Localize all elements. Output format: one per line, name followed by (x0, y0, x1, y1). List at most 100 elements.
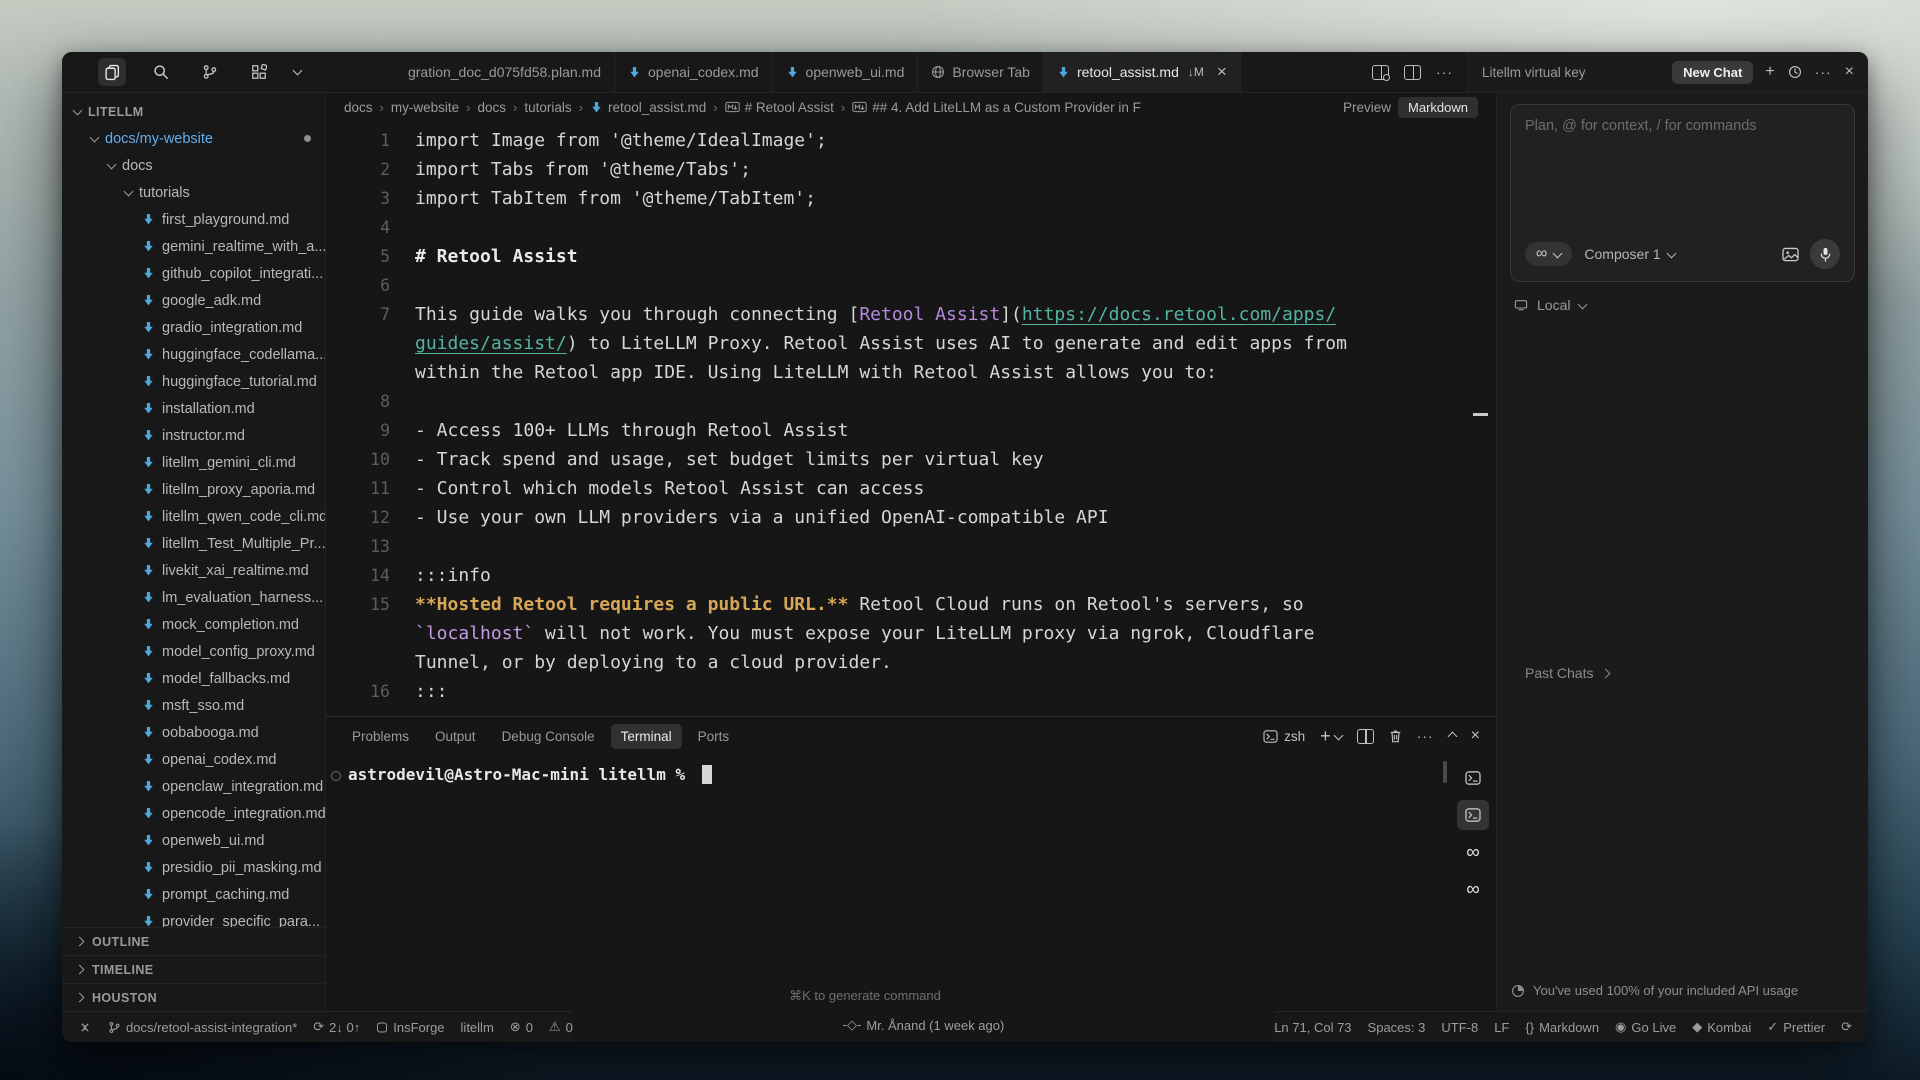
tab-openai-codex[interactable]: openai_codex.md (615, 52, 773, 92)
composer-selector[interactable]: Composer 1 (1584, 246, 1674, 262)
panel-tab-problems[interactable]: Problems (342, 724, 419, 749)
tab-retool-assist[interactable]: retool_assist.md↓M× (1044, 52, 1241, 92)
terminal-output[interactable]: astrodevil@Astro-Mac-mini litellm % ⌘K t… (326, 755, 1450, 1011)
file-item[interactable]: provider_specific_para... (62, 908, 325, 927)
status-errors[interactable]: ⊗0 (510, 1019, 533, 1035)
terminal-session-terminal[interactable] (1457, 763, 1489, 793)
panel-tab-ports[interactable]: Ports (688, 724, 740, 749)
file-item[interactable]: litellm_qwen_code_cli.md (62, 503, 325, 530)
status-litellm[interactable]: litellm (461, 1020, 494, 1035)
status-notifications[interactable]: ⟳ (1841, 1019, 1852, 1035)
file-item[interactable]: mock_completion.md (62, 611, 325, 638)
source-control-icon[interactable] (196, 58, 224, 86)
file-item[interactable]: opencode_integration.md (62, 800, 325, 827)
panel-tab-debug-console[interactable]: Debug Console (492, 724, 605, 749)
past-chats-section[interactable]: Past Chats (1525, 665, 1609, 681)
close-panel-icon[interactable]: × (1471, 728, 1480, 744)
status-branch[interactable]: docs/retool-assist-integration* (108, 1020, 297, 1035)
extensions-icon[interactable] (245, 58, 273, 86)
file-item[interactable]: gradio_integration.md (62, 314, 325, 341)
file-item[interactable]: openweb_ui.md (62, 827, 325, 854)
status-sync[interactable]: ⟳2↓ 0↑ (313, 1019, 360, 1035)
status-insforge[interactable]: InsForge (376, 1020, 444, 1035)
terminal-session-infinity[interactable]: ∞ (1457, 874, 1489, 904)
shell-indicator[interactable]: zsh (1263, 729, 1305, 744)
breadcrumb-item[interactable]: docs (344, 100, 373, 115)
file-item[interactable]: installation.md (62, 395, 325, 422)
file-item[interactable]: gemini_realtime_with_a... (62, 233, 325, 260)
status-warnings[interactable]: ⚠0 (549, 1019, 573, 1035)
status-kombai[interactable]: ◆Kombai (1692, 1019, 1751, 1035)
panel-tab-terminal[interactable]: Terminal (611, 724, 682, 749)
breadcrumb-item[interactable]: docs (477, 100, 506, 115)
mic-button[interactable] (1810, 239, 1840, 269)
chevron-down-icon[interactable] (293, 66, 303, 76)
split-terminal-icon[interactable] (1357, 729, 1374, 744)
editor-more-actions-icon[interactable]: ··· (1436, 64, 1453, 80)
file-item[interactable]: livekit_xai_realtime.md (62, 557, 325, 584)
tab-close-icon[interactable]: × (1217, 62, 1227, 82)
file-item[interactable]: prompt_caching.md (62, 881, 325, 908)
tab-browser-tab[interactable]: Browser Tab (918, 52, 1044, 92)
chat-input-box[interactable]: Plan, @ for context, / for commands ∞ Co… (1510, 104, 1855, 282)
file-item[interactable]: litellm_gemini_cli.md (62, 449, 325, 476)
status-blame[interactable]: -◇-Mr. Ånand (1 week ago) (843, 1017, 1005, 1033)
maximize-panel-icon[interactable] (1447, 731, 1457, 741)
file-item[interactable]: litellm_proxy_aporia.md (62, 476, 325, 503)
breadcrumb-item[interactable]: retool_assist.md (590, 100, 706, 115)
folder-item[interactable]: docs/my-website (62, 125, 325, 152)
panel-tab-output[interactable]: Output (425, 724, 486, 749)
status-encoding[interactable]: UTF-8 (1441, 1020, 1478, 1035)
model-selector[interactable]: ∞ (1525, 242, 1572, 266)
file-item[interactable]: model_fallbacks.md (62, 665, 325, 692)
sidebar-section-houston[interactable]: HOUSTON (62, 983, 325, 1011)
kill-terminal-icon[interactable] (1389, 729, 1402, 743)
panel-more-icon[interactable]: ··· (1815, 64, 1832, 80)
folder-item[interactable]: docs (62, 152, 325, 179)
sidebar-section-timeline[interactable]: TIMELINE (62, 955, 325, 983)
status-go-live[interactable]: ◉Go Live (1615, 1019, 1676, 1035)
status-eol[interactable]: LF (1494, 1020, 1509, 1035)
search-icon[interactable] (147, 58, 175, 86)
file-item[interactable]: first_playground.md (62, 206, 325, 233)
markdown-mode-button[interactable]: Markdown (1398, 97, 1478, 118)
mode-selector-local[interactable]: Local (1510, 297, 1855, 313)
split-editor-search-icon[interactable] (1372, 65, 1389, 80)
status-remote[interactable] (78, 1021, 92, 1034)
tab-openweb-ui[interactable]: openweb_ui.md (773, 52, 919, 92)
file-item[interactable]: lm_evaluation_harness... (62, 584, 325, 611)
editor-code-area[interactable]: 1import Image from '@theme/IdealImage';2… (326, 121, 1496, 716)
status-prettier[interactable]: ✓Prettier (1767, 1019, 1825, 1035)
new-chat-button[interactable]: New Chat (1672, 61, 1753, 84)
folder-item[interactable]: tutorials (62, 179, 325, 206)
file-item[interactable]: litellm_Test_Multiple_Pr... (62, 530, 325, 557)
file-item[interactable]: oobabooga.md (62, 719, 325, 746)
file-item[interactable]: openai_codex.md (62, 746, 325, 773)
breadcrumb-item[interactable]: my-website (391, 100, 459, 115)
explorer-icon[interactable] (98, 58, 126, 86)
terminal-more-icon[interactable]: ··· (1417, 728, 1434, 744)
history-clock-icon[interactable] (1788, 65, 1802, 79)
project-root[interactable]: LITELLM (62, 98, 325, 125)
terminal-scrollbar[interactable] (1443, 761, 1447, 783)
file-item[interactable]: openclaw_integration.md (62, 773, 325, 800)
file-item[interactable]: huggingface_tutorial.md (62, 368, 325, 395)
split-editor-icon[interactable] (1404, 65, 1421, 80)
status-language[interactable]: {}Markdown (1525, 1020, 1599, 1035)
status-indentation[interactable]: Spaces: 3 (1368, 1020, 1426, 1035)
breadcrumb-item[interactable]: ## 4. Add LiteLLM as a Custom Provider i… (852, 100, 1141, 115)
file-item[interactable]: github_copilot_integrati... (62, 260, 325, 287)
preview-button[interactable]: Preview (1343, 100, 1391, 115)
tab-plan-doc[interactable]: gration_doc_d075fd58.plan.md (361, 52, 615, 92)
sidebar-section-outline[interactable]: OUTLINE (62, 927, 325, 955)
breadcrumb-item[interactable]: tutorials (524, 100, 571, 115)
status-cursor-position[interactable]: Ln 71, Col 73 (1274, 1020, 1351, 1035)
file-item[interactable]: instructor.md (62, 422, 325, 449)
file-item[interactable]: msft_sso.md (62, 692, 325, 719)
panel-close-icon[interactable]: × (1845, 64, 1854, 80)
terminal-session-infinity[interactable]: ∞ (1457, 837, 1489, 867)
add-chat-icon[interactable]: + (1765, 64, 1774, 80)
file-item[interactable]: google_adk.md (62, 287, 325, 314)
file-item[interactable]: model_config_proxy.md (62, 638, 325, 665)
breadcrumb-item[interactable]: # Retool Assist (725, 100, 834, 115)
